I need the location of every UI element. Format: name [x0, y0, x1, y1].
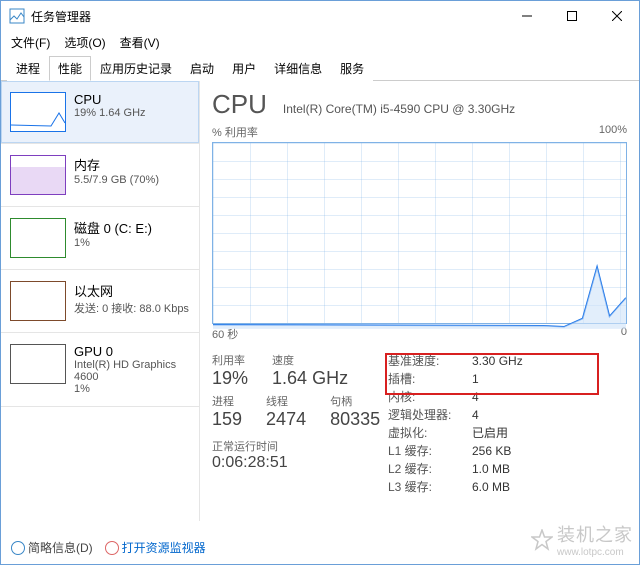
spec-key: 插槽:	[388, 370, 472, 388]
spec-val: 3.30 GHz	[472, 352, 523, 370]
stat-label: 速度	[272, 352, 348, 368]
menu-file[interactable]: 文件(F)	[11, 34, 50, 51]
tab-history[interactable]: 应用历史记录	[91, 56, 181, 81]
cpu-model: Intel(R) Core(TM) i5-4590 CPU @ 3.30GHz	[283, 102, 515, 116]
spec-val: 已启用	[472, 424, 508, 442]
sidebar-sub: 5.5/7.9 GB (70%)	[74, 174, 159, 186]
spec-val: 256 KB	[472, 442, 511, 460]
stat-value: 1.64 GHz	[272, 368, 348, 389]
tab-users[interactable]: 用户	[223, 56, 265, 81]
spec-val: 1	[472, 370, 479, 388]
sidebar-item-cpu[interactable]: CPU19% 1.64 GHz	[1, 81, 199, 143]
spec-val: 4	[472, 388, 479, 406]
star-icon	[531, 529, 553, 551]
titlebar[interactable]: 任务管理器	[1, 1, 639, 31]
sidebar-label: 内存	[74, 155, 159, 174]
spec-key: 内核:	[388, 388, 472, 406]
stats-left: 利用率19% 速度1.64 GHz 进程159 线程2474 句柄80335 正…	[212, 352, 388, 496]
graph-ymax: 100%	[599, 124, 627, 140]
spec-key: 虚拟化:	[388, 424, 472, 442]
sidebar-item-ethernet[interactable]: 以太网发送: 0 接收: 88.0 Kbps	[1, 270, 199, 332]
stat-value: 80335	[330, 409, 380, 430]
spec-val: 1.0 MB	[472, 460, 510, 478]
maximize-button[interactable]	[549, 1, 594, 31]
window-title: 任务管理器	[31, 8, 91, 25]
menubar: 文件(F) 选项(O) 查看(V)	[1, 31, 639, 53]
tab-startup[interactable]: 启动	[181, 56, 223, 81]
uptime-value: 0:06:28:51	[212, 454, 388, 472]
sidebar: CPU19% 1.64 GHz 内存5.5/7.9 GB (70%) 磁盘 0 …	[1, 81, 200, 521]
watermark: 装机之家 www.lotpc.com	[531, 521, 633, 558]
stat-value: 159	[212, 409, 242, 430]
spec-val: 6.0 MB	[472, 478, 510, 496]
tab-services[interactable]: 服务	[331, 56, 373, 81]
tab-processes[interactable]: 进程	[7, 56, 49, 81]
memory-thumbnail	[10, 155, 66, 195]
tab-strip: 进程 性能 应用历史记录 启动 用户 详细信息 服务	[1, 55, 639, 81]
stat-label: 利用率	[212, 352, 248, 368]
open-resource-monitor-link[interactable]: 打开资源监视器	[105, 539, 206, 556]
sidebar-sub: 1%	[74, 237, 152, 249]
menu-view[interactable]: 查看(V)	[120, 34, 160, 51]
footer: 简略信息(D) 打开资源监视器	[11, 539, 206, 556]
sidebar-label: GPU 0	[74, 344, 190, 359]
spec-key: L1 缓存:	[388, 442, 472, 460]
ethernet-thumbnail	[10, 281, 66, 321]
spec-key: 逻辑处理器:	[388, 406, 472, 424]
sidebar-item-memory[interactable]: 内存5.5/7.9 GB (70%)	[1, 144, 199, 206]
sidebar-sub: Intel(R) HD Graphics 4600	[74, 359, 190, 383]
tab-details[interactable]: 详细信息	[265, 56, 331, 81]
uptime-label: 正常运行时间	[212, 438, 388, 454]
spec-key: L3 缓存:	[388, 478, 472, 496]
app-icon	[9, 8, 25, 24]
sidebar-sub: 发送: 0 接收: 88.0 Kbps	[74, 300, 189, 316]
cpu-thumbnail	[10, 92, 66, 132]
stat-value: 19%	[212, 368, 248, 389]
close-button[interactable]	[594, 1, 639, 31]
graph-ylabel: % 利用率	[212, 124, 258, 140]
stat-label: 句柄	[330, 393, 380, 409]
chevron-up-circle-icon	[11, 541, 25, 555]
tab-performance[interactable]: 性能	[49, 56, 91, 81]
spec-val: 4	[472, 406, 479, 424]
sidebar-sub2: 1%	[74, 383, 190, 395]
disk-thumbnail	[10, 218, 66, 258]
sidebar-sub: 19% 1.64 GHz	[74, 107, 146, 119]
minimize-button[interactable]	[504, 1, 549, 31]
gpu-thumbnail	[10, 344, 66, 384]
utilization-graph	[212, 142, 627, 324]
resource-monitor-icon	[105, 541, 119, 555]
sidebar-item-gpu[interactable]: GPU 0Intel(R) HD Graphics 46001%	[1, 333, 199, 406]
spec-key: 基准速度:	[388, 352, 472, 370]
stats-right: 基准速度:3.30 GHz 插槽:1 内核:4 逻辑处理器:4 虚拟化:已启用 …	[388, 352, 627, 496]
fewer-details-button[interactable]: 简略信息(D)	[11, 539, 93, 556]
task-manager-window: 任务管理器 文件(F) 选项(O) 查看(V) 进程 性能 应用历史记录 启动 …	[0, 0, 640, 565]
spec-key: L2 缓存:	[388, 460, 472, 478]
page-title: CPU	[212, 89, 267, 120]
stat-value: 2474	[266, 409, 306, 430]
stat-label: 线程	[266, 393, 306, 409]
stat-label: 进程	[212, 393, 242, 409]
sidebar-label: CPU	[74, 92, 146, 107]
sidebar-label: 以太网	[74, 281, 189, 300]
menu-options[interactable]: 选项(O)	[64, 34, 105, 51]
main-panel: CPU Intel(R) Core(TM) i5-4590 CPU @ 3.30…	[200, 81, 639, 521]
sidebar-item-disk[interactable]: 磁盘 0 (C: E:)1%	[1, 207, 199, 269]
sidebar-label: 磁盘 0 (C: E:)	[74, 218, 152, 237]
